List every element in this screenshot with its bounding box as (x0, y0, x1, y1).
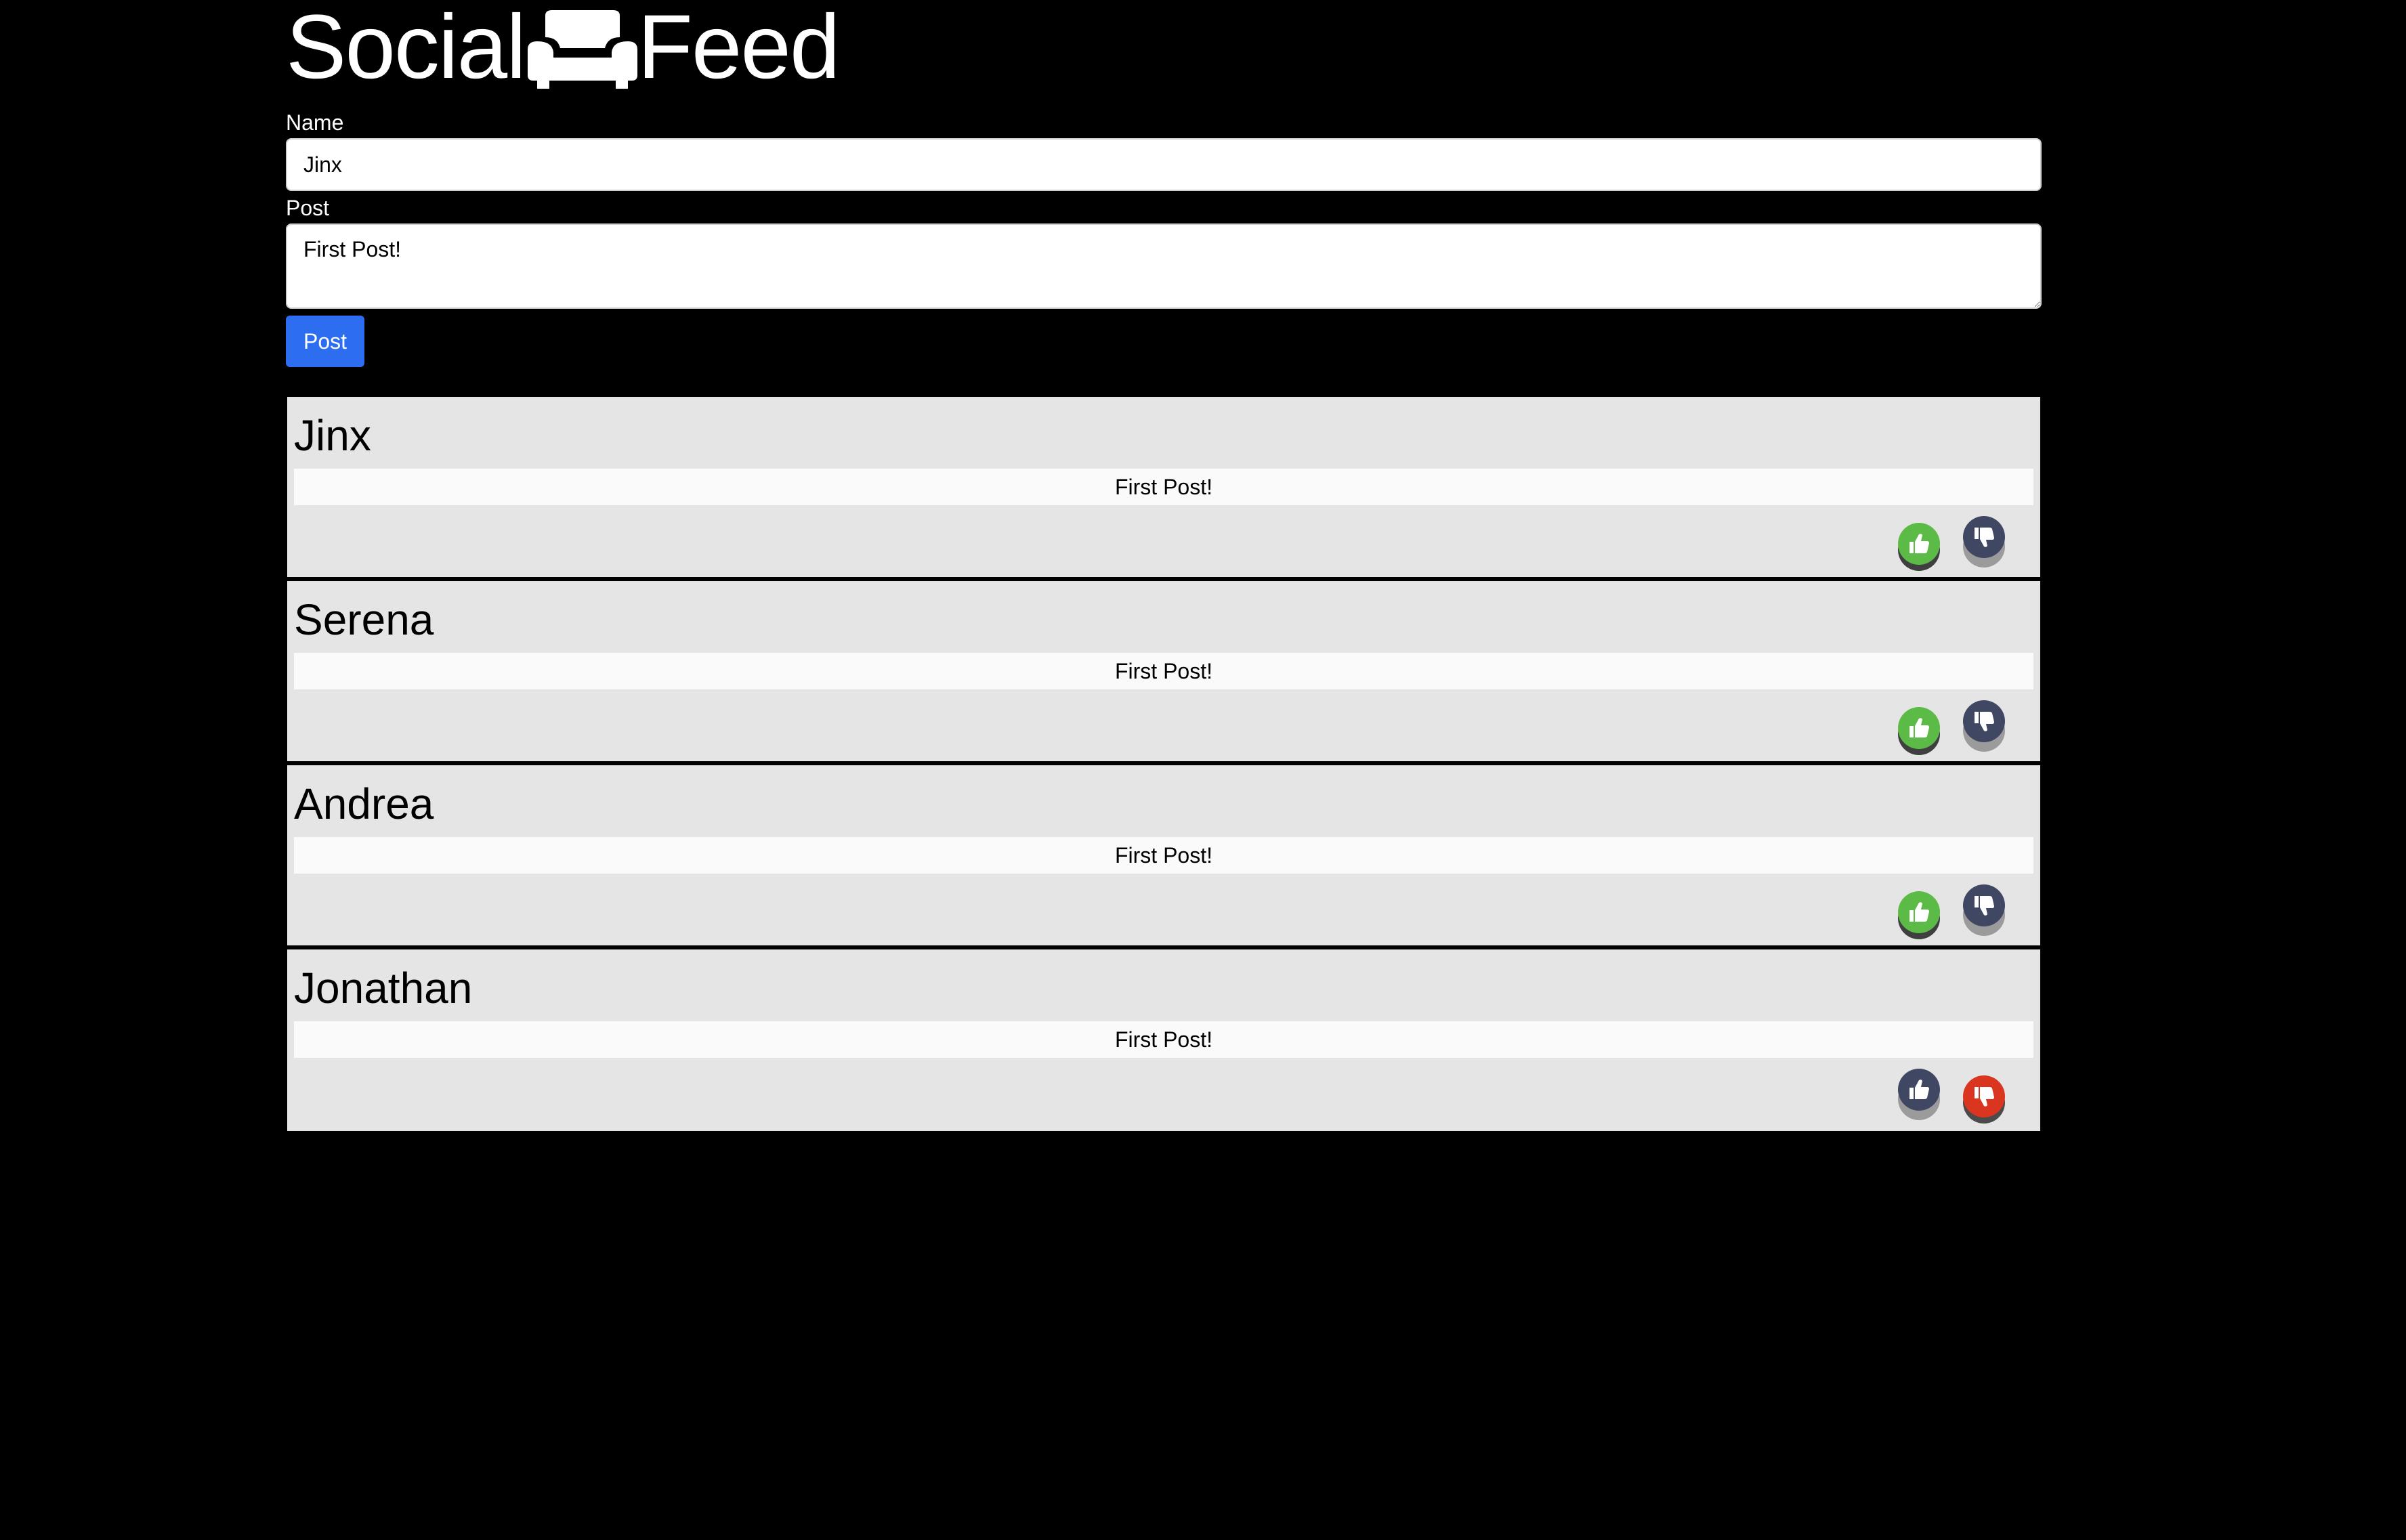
post-author: Andrea (294, 779, 434, 828)
name-label: Name (286, 110, 344, 135)
thumbs-down-icon (1972, 525, 1996, 549)
feed-list: Jinx First Post! Serena First Post! Andr… (286, 395, 2042, 1132)
feed-item: Jonathan First Post! (286, 948, 2042, 1132)
app-container: Social Feed Name Post First Post! Post J… (286, 0, 2042, 1132)
thumbs-up-icon (1907, 1077, 1931, 1102)
thumbs-down-icon (1972, 893, 1996, 918)
thumbs-up-icon (1907, 532, 1931, 556)
post-author: Jinx (294, 411, 371, 460)
post-author: Jonathan (294, 964, 473, 1012)
dislike-button[interactable] (1963, 1075, 2005, 1117)
dislike-button[interactable] (1963, 700, 2005, 742)
feed-item: Serena First Post! (286, 580, 2042, 764)
like-button[interactable] (1898, 707, 1940, 749)
feed-item: Jinx First Post! (286, 395, 2042, 580)
feed-item: Andrea First Post! (286, 764, 2042, 948)
post-author: Serena (294, 595, 434, 644)
thumbs-up-icon (1907, 716, 1931, 740)
like-button[interactable] (1898, 891, 1940, 933)
like-button[interactable] (1898, 1069, 1940, 1111)
post-button[interactable]: Post (286, 316, 364, 367)
thumbs-down-icon (1972, 709, 1996, 733)
thumbs-down-icon (1972, 1084, 1996, 1109)
app-logo: Social Feed (286, 0, 2042, 95)
new-post-form: Name Post First Post! Post (286, 110, 2042, 367)
post-body: First Post! (294, 469, 2033, 505)
post-body: First Post! (294, 653, 2033, 689)
post-body: First Post! (294, 837, 2033, 874)
name-input[interactable] (286, 138, 2042, 191)
dislike-button[interactable] (1963, 516, 2005, 558)
logo-text-left: Social (286, 0, 526, 98)
thumbs-up-icon (1907, 900, 1931, 924)
logo-text-right: Feed (637, 0, 840, 98)
like-button[interactable] (1898, 523, 1940, 565)
post-textarea[interactable]: First Post! (286, 223, 2042, 309)
dislike-button[interactable] (1963, 884, 2005, 926)
post-label: Post (286, 196, 330, 220)
couch-icon (527, 10, 637, 89)
post-body: First Post! (294, 1021, 2033, 1058)
